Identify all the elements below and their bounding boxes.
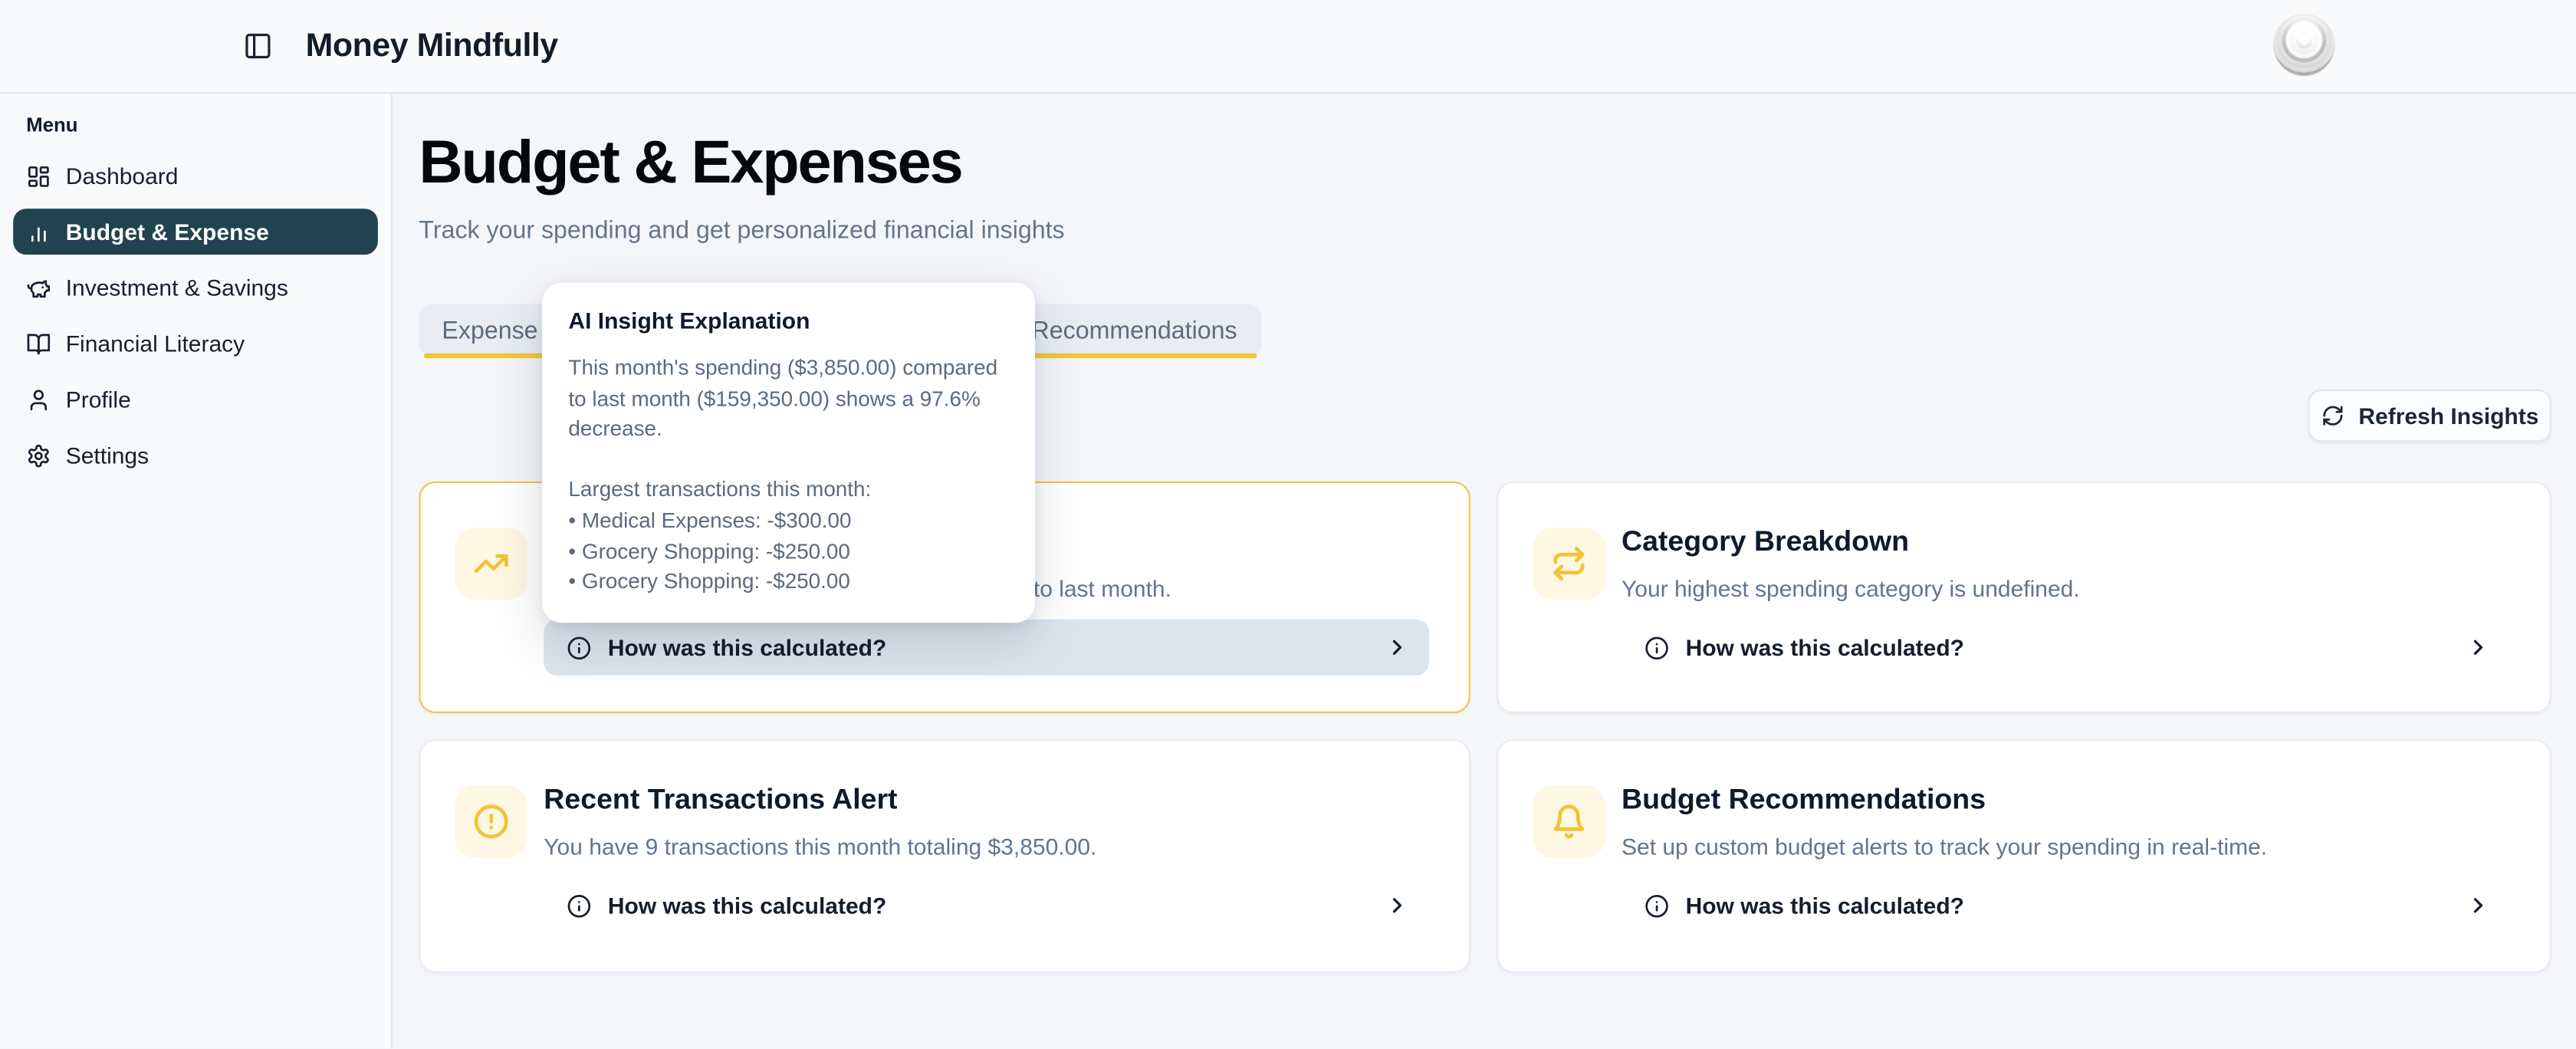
card-description: Your highest spending category is undefi… [1622, 575, 2080, 601]
sidebar-item-profile[interactable]: Profile [13, 377, 378, 423]
avatar[interactable] [2274, 15, 2334, 75]
sidebar-item-financial-literacy[interactable]: Financial Literacy [13, 321, 378, 367]
how-calculated-label: How was this calculated? [1686, 893, 1964, 919]
sidebar-item-budget-expense[interactable]: Budget & Expense [13, 209, 378, 255]
sidebar-section-label: Menu [26, 113, 77, 136]
top-header: Money Mindfully [0, 0, 2576, 94]
sidebar-item-label: Financial Literacy [66, 330, 245, 357]
bar-chart-icon [26, 219, 51, 244]
card-recent-transactions-alert: Recent Transactions Alert You have 9 tra… [419, 739, 1470, 972]
chevron-right-icon [1385, 893, 1409, 918]
card-description: You have 9 transactions this month total… [544, 833, 1096, 859]
card-budget-recommendations: Budget Recommendations Set up custom bud… [1497, 739, 2551, 972]
sidebar-item-label: Dashboard [66, 163, 179, 189]
sidebar-item-investment-savings[interactable]: Investment & Savings [13, 265, 378, 311]
card-description: Set up custom budget alerts to track you… [1622, 833, 2267, 859]
card-icon-box [1533, 785, 1605, 857]
card-title: Category Breakdown [1622, 524, 1909, 559]
card-title: Recent Transactions Alert [544, 782, 897, 817]
sidebar-item-settings[interactable]: Settings [13, 432, 378, 478]
how-calculated-label: How was this calculated? [608, 893, 886, 919]
how-calculated-button[interactable]: How was this calculated? [1622, 620, 2510, 676]
sidebar: Menu Dashboard Budget & Expense Investme… [0, 92, 393, 1049]
card-category-breakdown: Category Breakdown Your highest spending… [1497, 482, 2551, 713]
popover-title: AI Insight Explanation [568, 307, 1008, 334]
popover-body: This month's spending ($3,850.00) compar… [568, 354, 1008, 598]
gear-icon [26, 443, 51, 468]
info-icon [567, 635, 591, 659]
sidebar-item-label: Settings [66, 442, 149, 468]
app-title: Money Mindfully [306, 0, 558, 92]
bell-icon [1551, 804, 1587, 840]
user-icon [26, 387, 51, 412]
card-description-visible: to last month. [1033, 575, 1171, 601]
trending-up-icon [473, 545, 509, 581]
chevron-right-icon [1385, 635, 1409, 659]
page-subtitle: Track your spending and get personalized… [419, 217, 1064, 245]
ai-insight-popover: AI Insight Explanation This month's spen… [542, 283, 1035, 623]
sidebar-item-label: Investment & Savings [66, 275, 288, 301]
how-calculated-button[interactable]: How was this calculated? [544, 877, 1429, 933]
panel-left-icon [243, 31, 273, 61]
card-title: Budget Recommendations [1622, 782, 1986, 817]
how-calculated-button[interactable]: How was this calculated? [544, 620, 1429, 676]
card-icon-box [1533, 528, 1605, 600]
sidebar-item-label: Profile [66, 386, 131, 413]
refresh-insights-label: Refresh Insights [2358, 403, 2538, 429]
sidebar-item-dashboard[interactable]: Dashboard [13, 153, 378, 199]
dashboard-icon [26, 163, 51, 188]
app-window: Money Mindfully Menu Dashboard Budget & … [0, 0, 2576, 1049]
repeat-icon [1551, 545, 1587, 581]
sidebar-item-label: Budget & Expense [66, 219, 269, 245]
sidebar-nav: Dashboard Budget & Expense Investment & … [0, 153, 391, 488]
refresh-insights-button[interactable]: Refresh Insights [2308, 390, 2551, 442]
card-icon-box [455, 785, 527, 857]
info-icon [567, 893, 591, 918]
refresh-icon [2321, 404, 2344, 427]
how-calculated-label: How was this calculated? [608, 634, 886, 660]
info-icon [1644, 893, 1669, 918]
how-calculated-button[interactable]: How was this calculated? [1622, 877, 2510, 933]
piggy-bank-icon [26, 275, 51, 300]
chevron-right-icon [2466, 893, 2490, 918]
info-icon [1644, 635, 1669, 659]
book-open-icon [26, 331, 51, 356]
card-icon-box [455, 528, 527, 600]
alert-circle-icon [473, 804, 509, 840]
chevron-right-icon [2466, 635, 2490, 659]
how-calculated-label: How was this calculated? [1686, 634, 1964, 660]
sidebar-toggle-button[interactable] [243, 31, 273, 61]
page-title: Budget & Expenses [419, 128, 961, 197]
